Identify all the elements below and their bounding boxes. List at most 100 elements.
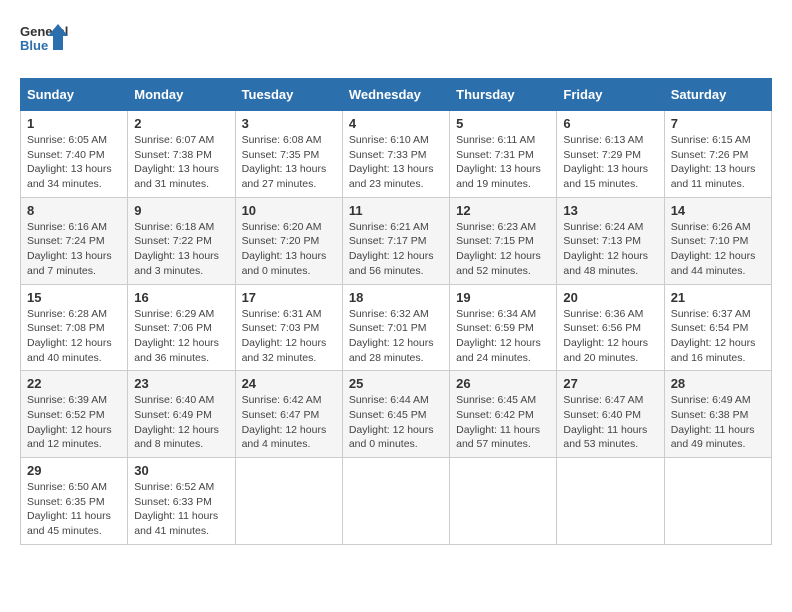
day-number: 12 bbox=[456, 203, 550, 218]
day-cell bbox=[342, 458, 449, 545]
calendar-table: SundayMondayTuesdayWednesdayThursdayFrid… bbox=[20, 78, 772, 545]
day-cell: 25 Sunrise: 6:44 AMSunset: 6:45 PMDaylig… bbox=[342, 371, 449, 458]
day-detail: Sunrise: 6:49 AMSunset: 6:38 PMDaylight:… bbox=[671, 393, 765, 452]
day-cell: 9 Sunrise: 6:18 AMSunset: 7:22 PMDayligh… bbox=[128, 197, 235, 284]
weekday-header-sunday: Sunday bbox=[21, 79, 128, 111]
day-detail: Sunrise: 6:07 AMSunset: 7:38 PMDaylight:… bbox=[134, 133, 228, 192]
day-number: 16 bbox=[134, 290, 228, 305]
day-number: 18 bbox=[349, 290, 443, 305]
day-number: 10 bbox=[242, 203, 336, 218]
header: GeneralBlue bbox=[20, 20, 772, 62]
day-detail: Sunrise: 6:34 AMSunset: 6:59 PMDaylight:… bbox=[456, 307, 550, 366]
day-number: 28 bbox=[671, 376, 765, 391]
day-detail: Sunrise: 6:21 AMSunset: 7:17 PMDaylight:… bbox=[349, 220, 443, 279]
day-number: 27 bbox=[563, 376, 657, 391]
day-number: 23 bbox=[134, 376, 228, 391]
week-row-5: 29 Sunrise: 6:50 AMSunset: 6:35 PMDaylig… bbox=[21, 458, 772, 545]
day-detail: Sunrise: 6:52 AMSunset: 6:33 PMDaylight:… bbox=[134, 480, 228, 539]
day-number: 22 bbox=[27, 376, 121, 391]
day-detail: Sunrise: 6:26 AMSunset: 7:10 PMDaylight:… bbox=[671, 220, 765, 279]
day-cell: 10 Sunrise: 6:20 AMSunset: 7:20 PMDaylig… bbox=[235, 197, 342, 284]
day-number: 4 bbox=[349, 116, 443, 131]
weekday-header-thursday: Thursday bbox=[450, 79, 557, 111]
day-number: 30 bbox=[134, 463, 228, 478]
day-detail: Sunrise: 6:05 AMSunset: 7:40 PMDaylight:… bbox=[27, 133, 121, 192]
day-number: 8 bbox=[27, 203, 121, 218]
day-cell bbox=[450, 458, 557, 545]
day-number: 24 bbox=[242, 376, 336, 391]
day-cell: 4 Sunrise: 6:10 AMSunset: 7:33 PMDayligh… bbox=[342, 111, 449, 198]
day-cell: 20 Sunrise: 6:36 AMSunset: 6:56 PMDaylig… bbox=[557, 284, 664, 371]
day-detail: Sunrise: 6:36 AMSunset: 6:56 PMDaylight:… bbox=[563, 307, 657, 366]
day-cell: 2 Sunrise: 6:07 AMSunset: 7:38 PMDayligh… bbox=[128, 111, 235, 198]
day-detail: Sunrise: 6:08 AMSunset: 7:35 PMDaylight:… bbox=[242, 133, 336, 192]
day-detail: Sunrise: 6:39 AMSunset: 6:52 PMDaylight:… bbox=[27, 393, 121, 452]
day-cell: 5 Sunrise: 6:11 AMSunset: 7:31 PMDayligh… bbox=[450, 111, 557, 198]
day-detail: Sunrise: 6:32 AMSunset: 7:01 PMDaylight:… bbox=[349, 307, 443, 366]
day-cell: 22 Sunrise: 6:39 AMSunset: 6:52 PMDaylig… bbox=[21, 371, 128, 458]
day-detail: Sunrise: 6:10 AMSunset: 7:33 PMDaylight:… bbox=[349, 133, 443, 192]
day-cell: 28 Sunrise: 6:49 AMSunset: 6:38 PMDaylig… bbox=[664, 371, 771, 458]
day-cell: 13 Sunrise: 6:24 AMSunset: 7:13 PMDaylig… bbox=[557, 197, 664, 284]
day-cell: 23 Sunrise: 6:40 AMSunset: 6:49 PMDaylig… bbox=[128, 371, 235, 458]
logo: GeneralBlue bbox=[20, 20, 70, 62]
day-detail: Sunrise: 6:31 AMSunset: 7:03 PMDaylight:… bbox=[242, 307, 336, 366]
weekday-header-friday: Friday bbox=[557, 79, 664, 111]
day-number: 1 bbox=[27, 116, 121, 131]
day-cell: 18 Sunrise: 6:32 AMSunset: 7:01 PMDaylig… bbox=[342, 284, 449, 371]
day-detail: Sunrise: 6:40 AMSunset: 6:49 PMDaylight:… bbox=[134, 393, 228, 452]
day-number: 7 bbox=[671, 116, 765, 131]
weekday-header-tuesday: Tuesday bbox=[235, 79, 342, 111]
day-number: 14 bbox=[671, 203, 765, 218]
day-detail: Sunrise: 6:45 AMSunset: 6:42 PMDaylight:… bbox=[456, 393, 550, 452]
weekday-header-monday: Monday bbox=[128, 79, 235, 111]
day-number: 25 bbox=[349, 376, 443, 391]
day-cell bbox=[557, 458, 664, 545]
day-detail: Sunrise: 6:18 AMSunset: 7:22 PMDaylight:… bbox=[134, 220, 228, 279]
day-detail: Sunrise: 6:24 AMSunset: 7:13 PMDaylight:… bbox=[563, 220, 657, 279]
logo-svg: GeneralBlue bbox=[20, 20, 70, 62]
day-number: 9 bbox=[134, 203, 228, 218]
day-cell: 26 Sunrise: 6:45 AMSunset: 6:42 PMDaylig… bbox=[450, 371, 557, 458]
day-number: 20 bbox=[563, 290, 657, 305]
day-number: 17 bbox=[242, 290, 336, 305]
day-cell: 21 Sunrise: 6:37 AMSunset: 6:54 PMDaylig… bbox=[664, 284, 771, 371]
week-row-3: 15 Sunrise: 6:28 AMSunset: 7:08 PMDaylig… bbox=[21, 284, 772, 371]
day-detail: Sunrise: 6:11 AMSunset: 7:31 PMDaylight:… bbox=[456, 133, 550, 192]
day-detail: Sunrise: 6:13 AMSunset: 7:29 PMDaylight:… bbox=[563, 133, 657, 192]
day-number: 26 bbox=[456, 376, 550, 391]
day-cell: 12 Sunrise: 6:23 AMSunset: 7:15 PMDaylig… bbox=[450, 197, 557, 284]
day-cell bbox=[664, 458, 771, 545]
day-detail: Sunrise: 6:20 AMSunset: 7:20 PMDaylight:… bbox=[242, 220, 336, 279]
weekday-header-row: SundayMondayTuesdayWednesdayThursdayFrid… bbox=[21, 79, 772, 111]
week-row-1: 1 Sunrise: 6:05 AMSunset: 7:40 PMDayligh… bbox=[21, 111, 772, 198]
day-cell: 30 Sunrise: 6:52 AMSunset: 6:33 PMDaylig… bbox=[128, 458, 235, 545]
day-detail: Sunrise: 6:44 AMSunset: 6:45 PMDaylight:… bbox=[349, 393, 443, 452]
day-cell: 15 Sunrise: 6:28 AMSunset: 7:08 PMDaylig… bbox=[21, 284, 128, 371]
svg-text:Blue: Blue bbox=[20, 38, 48, 53]
day-cell: 27 Sunrise: 6:47 AMSunset: 6:40 PMDaylig… bbox=[557, 371, 664, 458]
day-cell: 19 Sunrise: 6:34 AMSunset: 6:59 PMDaylig… bbox=[450, 284, 557, 371]
day-cell: 8 Sunrise: 6:16 AMSunset: 7:24 PMDayligh… bbox=[21, 197, 128, 284]
day-number: 2 bbox=[134, 116, 228, 131]
day-number: 6 bbox=[563, 116, 657, 131]
day-cell: 16 Sunrise: 6:29 AMSunset: 7:06 PMDaylig… bbox=[128, 284, 235, 371]
weekday-header-wednesday: Wednesday bbox=[342, 79, 449, 111]
day-cell: 7 Sunrise: 6:15 AMSunset: 7:26 PMDayligh… bbox=[664, 111, 771, 198]
day-detail: Sunrise: 6:42 AMSunset: 6:47 PMDaylight:… bbox=[242, 393, 336, 452]
day-cell: 29 Sunrise: 6:50 AMSunset: 6:35 PMDaylig… bbox=[21, 458, 128, 545]
day-cell: 17 Sunrise: 6:31 AMSunset: 7:03 PMDaylig… bbox=[235, 284, 342, 371]
day-number: 19 bbox=[456, 290, 550, 305]
day-cell bbox=[235, 458, 342, 545]
weekday-header-saturday: Saturday bbox=[664, 79, 771, 111]
day-detail: Sunrise: 6:47 AMSunset: 6:40 PMDaylight:… bbox=[563, 393, 657, 452]
day-detail: Sunrise: 6:50 AMSunset: 6:35 PMDaylight:… bbox=[27, 480, 121, 539]
day-number: 5 bbox=[456, 116, 550, 131]
day-cell: 6 Sunrise: 6:13 AMSunset: 7:29 PMDayligh… bbox=[557, 111, 664, 198]
day-detail: Sunrise: 6:37 AMSunset: 6:54 PMDaylight:… bbox=[671, 307, 765, 366]
day-number: 13 bbox=[563, 203, 657, 218]
day-cell: 11 Sunrise: 6:21 AMSunset: 7:17 PMDaylig… bbox=[342, 197, 449, 284]
day-detail: Sunrise: 6:16 AMSunset: 7:24 PMDaylight:… bbox=[27, 220, 121, 279]
day-cell: 3 Sunrise: 6:08 AMSunset: 7:35 PMDayligh… bbox=[235, 111, 342, 198]
day-number: 15 bbox=[27, 290, 121, 305]
